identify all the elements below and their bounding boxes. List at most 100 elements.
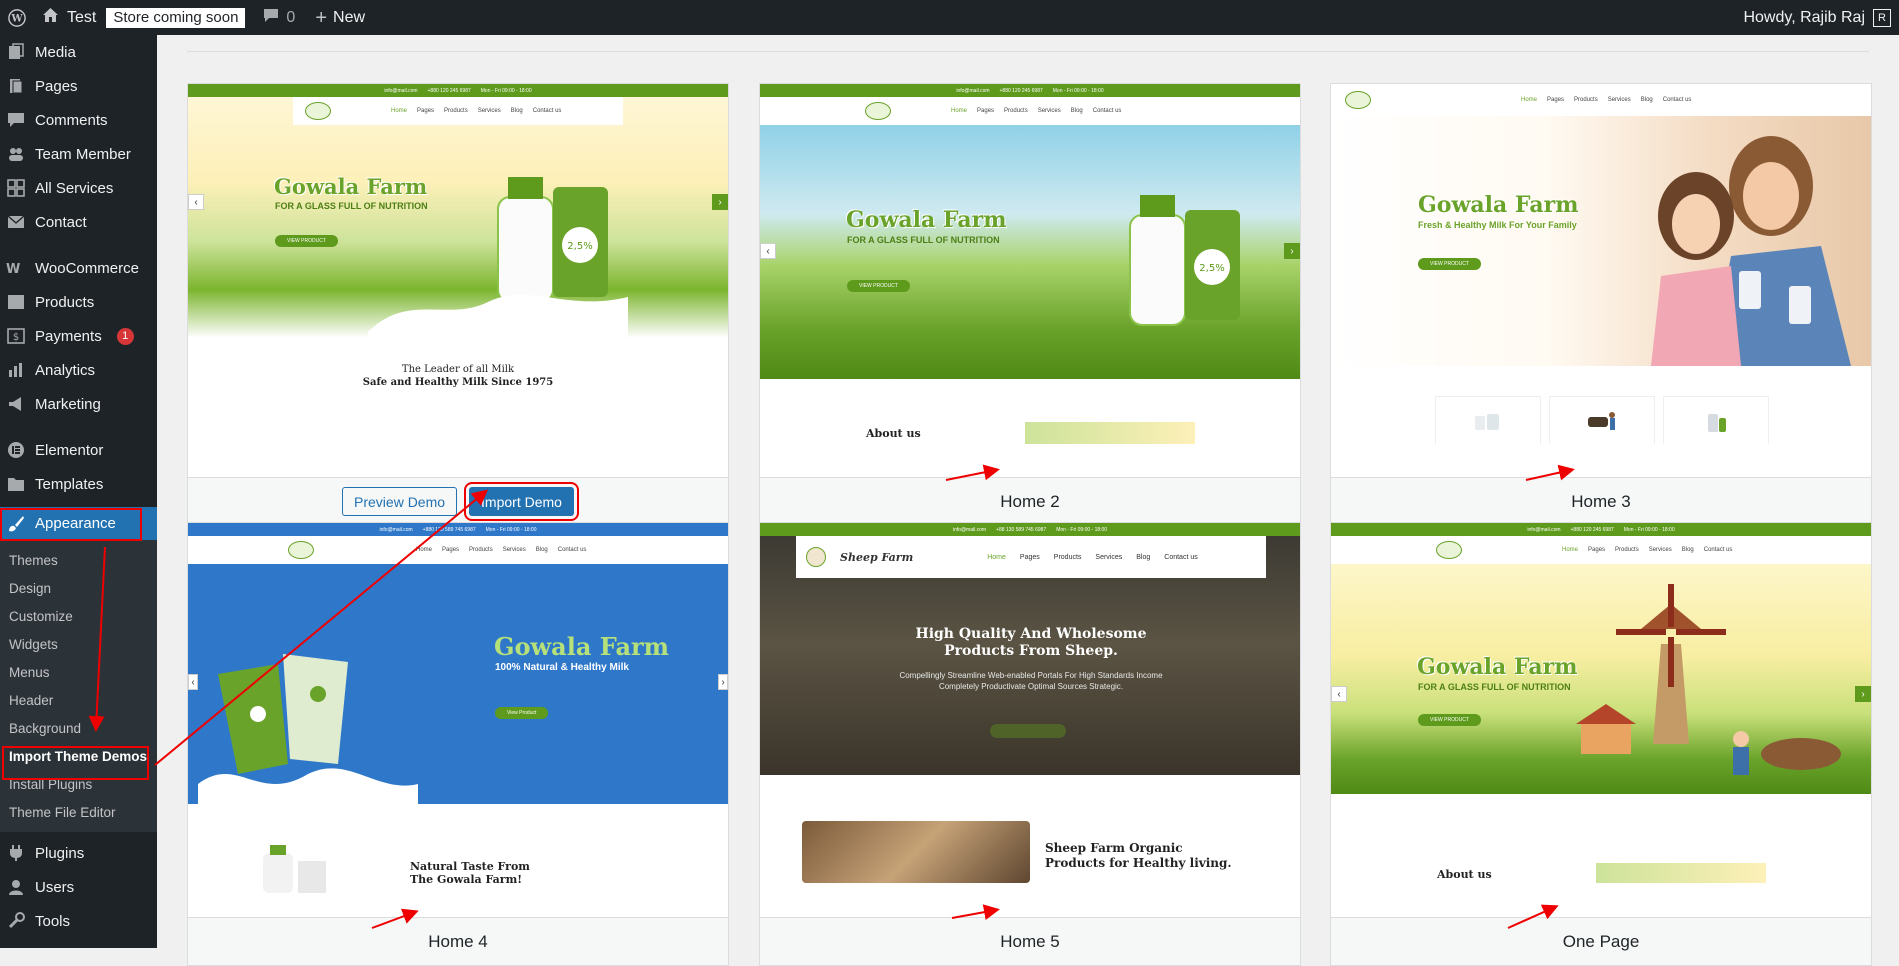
demo-card-home-3[interactable]: Home Pages Products Services Blog Contac… <box>1330 83 1872 526</box>
divider <box>187 51 1869 52</box>
submenu-item-install-plugins[interactable]: Install Plugins <box>0 770 157 798</box>
submenu-item-header[interactable]: Header <box>0 686 157 714</box>
sidebar-item-elementor[interactable]: Elementor <box>0 433 157 467</box>
nav-link: Blog <box>1136 553 1151 561</box>
comments-link[interactable]: 0 <box>255 0 303 35</box>
sidebar-item-templates[interactable]: Templates <box>0 467 157 501</box>
sidebar-item-team-member[interactable]: Team Member <box>0 137 157 171</box>
demo-card-home-2[interactable]: info@mail.com +880 120 245 6987 Mon - Fri … <box>759 83 1301 526</box>
tools-icon <box>6 911 26 931</box>
preview-hero: Sheep Farm Home Pages Products Services … <box>760 536 1300 775</box>
paintbrush-icon <box>6 514 26 534</box>
svg-text:W: W <box>10 13 23 24</box>
submenu-item-import-theme-demos[interactable]: Import Theme Demos <box>0 742 157 770</box>
windmill-farm-illustration <box>1576 584 1841 775</box>
sidebar-item-all-services[interactable]: All Services <box>0 171 157 205</box>
demo-card-home-5[interactable]: info@mail.com +88 130 589 745 6987 Mon - F… <box>759 522 1301 966</box>
demo-card-footer: Preview Demo Import Demo <box>188 477 728 525</box>
notification-badge: 1 <box>116 327 134 345</box>
yoghurt-cups-illustration <box>198 654 418 804</box>
section-heading: Natural Taste From The Gowala Farm! <box>410 860 530 886</box>
milk-splash-illustration <box>368 294 628 337</box>
demo-preview-home-4[interactable]: info@mail.com +880 120 589 745 6987 Mon - … <box>188 523 728 923</box>
nav-link: Blog <box>510 108 523 114</box>
demo-card-home-4[interactable]: info@mail.com +880 120 589 745 6987 Mon - … <box>187 522 729 966</box>
home-icon <box>42 7 59 28</box>
nav-link: Services <box>1095 553 1123 561</box>
sidebar-item-pages[interactable]: Pages <box>0 69 157 103</box>
nav-link: Blog <box>1070 108 1083 114</box>
farmer-cow-icon <box>1549 396 1655 444</box>
farm-logo-icon <box>1345 91 1371 109</box>
hero-subtitle: Fresh & Healthy Milk For Your Family <box>1418 220 1577 230</box>
demo-preview-home-1[interactable]: info@mail.com +880 120 245 6987 Mon - Fri … <box>188 84 728 444</box>
slider-prev-icon: ‹ <box>188 674 198 690</box>
submenu-item-widgets[interactable]: Widgets <box>0 630 157 658</box>
nav-link: Home <box>1521 97 1538 103</box>
sidebar-item-users[interactable]: Users <box>0 870 157 904</box>
nav-link: Products <box>1004 108 1028 114</box>
user-greeting[interactable]: Howdy, Rajib Raj <box>1743 9 1865 27</box>
demo-preview-home-3[interactable]: Home Pages Products Services Blog Contac… <box>1331 84 1871 444</box>
avatar[interactable]: R <box>1873 8 1891 27</box>
sidebar-item-woocommerce[interactable]: W WooCommerce <box>0 251 157 285</box>
templates-icon <box>6 474 26 494</box>
submenu-item-customize[interactable]: Customize <box>0 602 157 630</box>
section-heading: The Leader of all Milk <box>401 364 515 375</box>
sheep-logo-icon <box>806 547 826 567</box>
demo-preview-one-page[interactable]: info@mail.com +880 120 245 6987 Mon - Fri … <box>1331 523 1871 923</box>
nav-link: Services <box>1607 97 1631 103</box>
preview-nav: Home Pages Products Services Blog Contac… <box>293 97 623 125</box>
preview-nav: Sheep Farm Home Pages Products Services … <box>796 536 1266 578</box>
sidebar-item-payments[interactable]: $ Payments 1 <box>0 319 157 353</box>
demo-card-one-page[interactable]: info@mail.com +880 120 245 6987 Mon - Fri … <box>1330 522 1872 966</box>
demo-preview-home-5[interactable]: info@mail.com +88 130 589 745 6987 Mon - F… <box>760 523 1300 923</box>
demo-card-footer: Home 4 <box>188 917 728 965</box>
slider-prev-icon: ‹ <box>188 194 204 210</box>
site-name: Test <box>67 8 97 26</box>
milk-can-icon <box>1663 396 1769 444</box>
about-image <box>1596 863 1766 883</box>
nav-link: Blog <box>535 547 548 553</box>
products-icon <box>6 292 26 312</box>
nav-link: Products <box>1053 553 1082 561</box>
appearance-submenu: Themes Design Customize Widgets Menus Header B… <box>0 540 157 832</box>
sidebar-item-appearance[interactable]: Appearance <box>0 507 157 540</box>
nav-link: Pages <box>1588 547 1606 553</box>
wordpress-logo-icon[interactable]: W <box>0 0 34 35</box>
view-product-button: View Product <box>495 707 549 719</box>
demo-name: Home 3 <box>1571 491 1631 511</box>
submenu-item-themes[interactable]: Themes <box>0 546 157 574</box>
sidebar-item-label: All Services <box>35 179 114 197</box>
nav-link: Contact us <box>1662 97 1692 103</box>
sidebar-item-tools[interactable]: Tools <box>0 904 157 938</box>
sidebar-item-contact[interactable]: Contact <box>0 205 157 239</box>
nav-link: Pages <box>442 547 460 553</box>
submenu-item-design[interactable]: Design <box>0 574 157 602</box>
submenu-item-background[interactable]: Background <box>0 714 157 742</box>
woocommerce-icon: W <box>6 258 26 278</box>
nav-link: Pages <box>1019 553 1040 561</box>
sidebar-item-label: WooCommerce <box>35 259 139 277</box>
new-content-link[interactable]: + New <box>307 0 373 35</box>
submenu-item-theme-file-editor[interactable]: Theme File Editor <box>0 798 157 826</box>
nav-link: Pages <box>977 108 995 114</box>
demo-preview-home-2[interactable]: info@mail.com +880 120 245 6987 Mon - Fri … <box>760 84 1300 444</box>
sidebar-item-products[interactable]: Products <box>0 285 157 319</box>
site-name-link[interactable]: Test Store coming soon <box>34 0 253 35</box>
demo-card-home-1[interactable]: info@mail.com +880 120 245 6987 Mon - Fri … <box>187 83 729 526</box>
sidebar-item-marketing[interactable]: Marketing <box>0 387 157 421</box>
sidebar-item-label: Tools <box>35 912 71 930</box>
sidebar-item-media[interactable]: Media <box>0 35 157 69</box>
submenu-item-menus[interactable]: Menus <box>0 658 157 686</box>
admin-bar: W Test Store coming soon 0 + New Howdy, … <box>0 0 1899 35</box>
sidebar-item-comments[interactable]: Comments <box>0 103 157 137</box>
import-demo-button[interactable]: Import Demo <box>464 482 579 521</box>
sidebar-item-label: Contact <box>35 213 87 231</box>
family-photo-illustration <box>1651 136 1851 366</box>
preview-nav: Home Pages Products Services Blog Contac… <box>1331 536 1871 564</box>
preview-demo-button[interactable]: Preview Demo <box>342 487 458 516</box>
sidebar-item-plugins[interactable]: Plugins <box>0 836 157 870</box>
sidebar-item-label: Team Member <box>35 145 131 163</box>
sidebar-item-analytics[interactable]: Analytics <box>0 353 157 387</box>
